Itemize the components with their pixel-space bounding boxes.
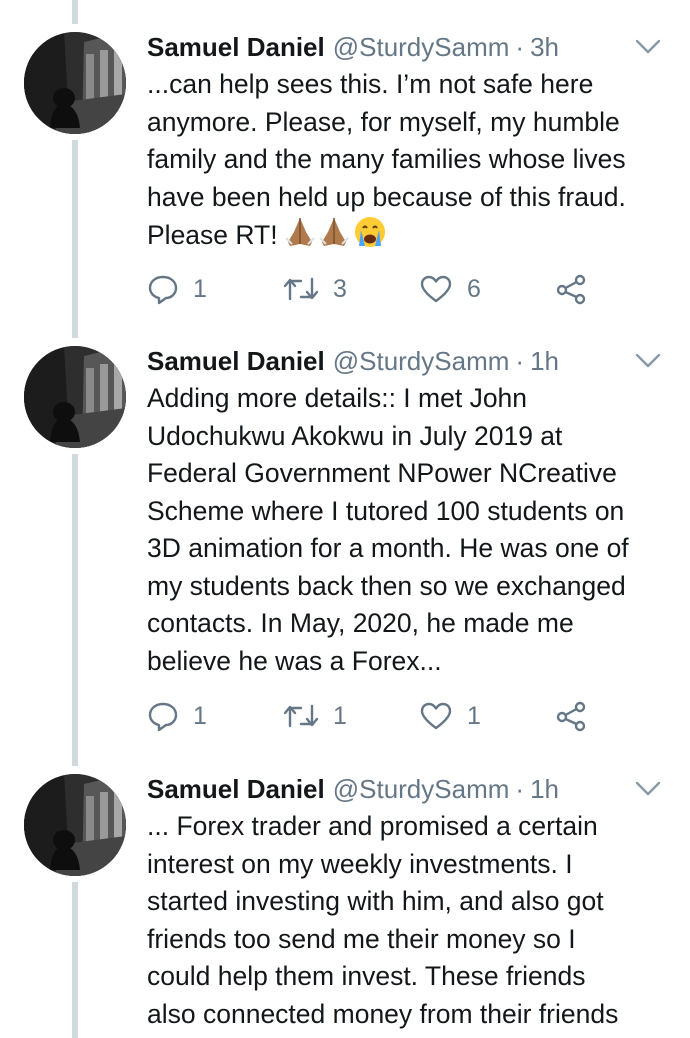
tweet-menu-button[interactable] bbox=[634, 779, 662, 799]
text-line: friends too send me their money so I bbox=[147, 923, 576, 954]
text-line: interest on my weekly investments. I bbox=[147, 848, 573, 879]
tweet-header: Samuel Daniel @SturdySamm · 1h bbox=[147, 772, 660, 806]
text-line: could help them invest. These friends bbox=[147, 961, 586, 991]
tweet-text: ... Forex trader and promised a certain … bbox=[147, 808, 677, 1033]
text-line: started investing with him, and also got bbox=[147, 886, 604, 916]
timestamp[interactable]: 1h bbox=[530, 774, 559, 805]
tweet[interactable]: Samuel Daniel @SturdySamm · 1h ... Forex… bbox=[0, 0, 690, 1038]
text-line: also connected money from their friends bbox=[147, 998, 619, 1029]
avatar[interactable] bbox=[24, 774, 126, 876]
user-handle[interactable]: @SturdySamm bbox=[333, 774, 510, 805]
chevron-down-icon bbox=[635, 781, 661, 796]
display-name[interactable]: Samuel Daniel bbox=[147, 774, 325, 805]
text-line: ... Forex trader and promised a certain bbox=[147, 811, 598, 841]
separator-dot: · bbox=[515, 773, 525, 804]
